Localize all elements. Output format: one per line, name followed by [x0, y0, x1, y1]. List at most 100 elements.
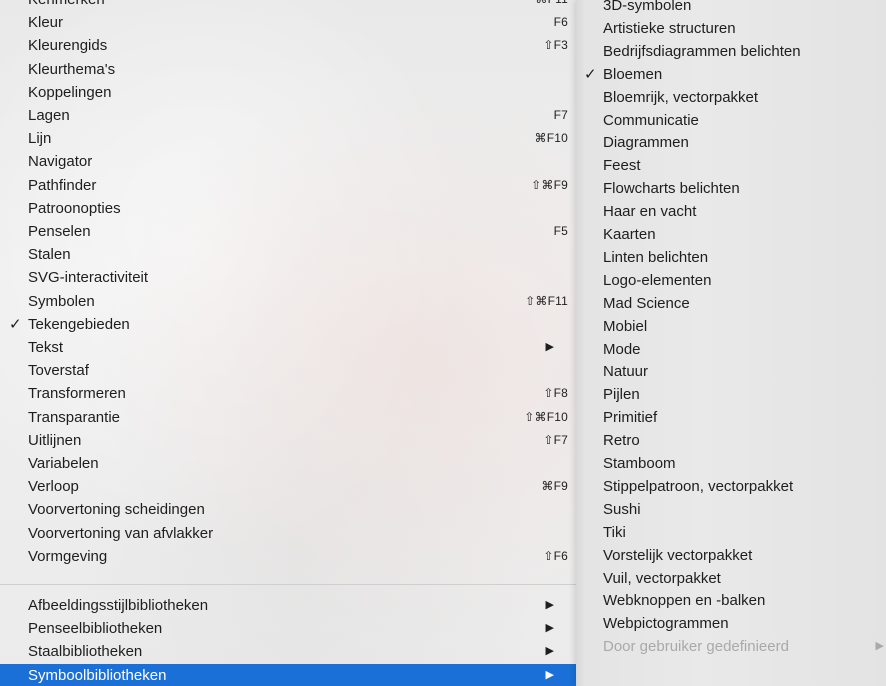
submenu-item-pijlen[interactable]: Pijlen [576, 383, 886, 406]
menu-item-label: Mode [603, 341, 641, 358]
menu-item-label: Webknoppen en -balken [603, 592, 766, 609]
menu-item-label: Mad Science [603, 295, 690, 312]
submenu-item-mode[interactable]: Mode [576, 338, 886, 361]
menu-item-label: Logo-elementen [603, 272, 712, 289]
menu-item-label: Bloemen [603, 66, 663, 83]
submenu-item-feest[interactable]: Feest [576, 154, 886, 177]
menu-item-label: Webpictogrammen [603, 615, 729, 632]
keyboard-shortcut: F6 [553, 15, 568, 29]
menu-item-label: Retro [603, 432, 640, 449]
menu-item-navigator[interactable]: Navigator [0, 150, 576, 173]
menu-item-stalen[interactable]: Stalen [0, 243, 576, 266]
menu-item-kleurthema-s[interactable]: Kleurthema's [0, 58, 576, 81]
menu-item-voorvertoning-van-afvlakker[interactable]: Voorvertoning van afvlakker [0, 522, 576, 545]
submenu-item-linten-belichten[interactable]: Linten belichten [576, 246, 886, 269]
submenu-item-door-gebruiker-gedefinieerd[interactable]: Door gebruiker gedefinieerd ▶ [576, 635, 886, 658]
menu-item-staalbibliotheken[interactable]: Staalbibliotheken ▶ [0, 640, 576, 663]
submenu-item-webpictogrammen[interactable]: Webpictogrammen [576, 612, 886, 635]
menu-item-label: Diagrammen [603, 134, 689, 151]
menu-item-label: Toverstaf [28, 362, 89, 379]
menu-item-label: Bloemrijk, vectorpakket [603, 89, 759, 106]
menu-item-transparantie[interactable]: Transparantie ⇧⌘F10 [0, 406, 576, 429]
keyboard-shortcut: F5 [553, 224, 568, 238]
submenu-item-communicatie[interactable]: Communicatie [576, 109, 886, 132]
submenu-item-haar-en-vacht[interactable]: Haar en vacht [576, 200, 886, 223]
menu-item-tekengebieden[interactable]: ✓ Tekengebieden [0, 313, 576, 336]
menu-item-penseelbibliotheken[interactable]: Penseelbibliotheken ▶ [0, 617, 576, 640]
menu-item-variabelen[interactable]: Variabelen [0, 452, 576, 475]
menu-item-kleurengids[interactable]: Kleurengids ⇧F3 [0, 34, 576, 57]
submenu-item-mobiel[interactable]: Mobiel [576, 315, 886, 338]
menu-item-transformeren[interactable]: Transformeren ⇧F8 [0, 382, 576, 405]
menu-item-symbolen[interactable]: Symbolen ⇧⌘F11 [0, 290, 576, 313]
menu-item-label: Haar en vacht [603, 203, 697, 220]
menu-item-kleur[interactable]: Kleur F6 [0, 11, 576, 34]
menu-item-label: Voorvertoning scheidingen [28, 501, 205, 518]
submenu-item-flowcharts-belichten[interactable]: Flowcharts belichten [576, 177, 886, 200]
submenu-item-vorstelijk-vectorpakket[interactable]: Vorstelijk vectorpakket [576, 544, 886, 567]
menu-item-svg-interactiviteit[interactable]: SVG-interactiviteit [0, 266, 576, 289]
menu-item-patroonopties[interactable]: Patroonopties [0, 197, 576, 220]
menu-item-label: Kleur [28, 14, 64, 31]
menu-item-label: Mobiel [603, 318, 648, 335]
menu-item-label: Primitief [603, 409, 658, 426]
menu-item-label: Vormgeving [28, 548, 108, 565]
menu-item-uitlijnen[interactable]: Uitlijnen ⇧F7 [0, 429, 576, 452]
menu-item-label: Stippelpatroon, vectorpakket [603, 478, 794, 495]
menu-item-label: Navigator [28, 153, 93, 170]
submenu-item-tiki[interactable]: Tiki [576, 521, 886, 544]
menu-item-label: Tekengebieden [28, 316, 130, 333]
submenu-item-stamboom[interactable]: Stamboom [576, 452, 886, 475]
menu-item-label: Kaarten [603, 226, 656, 243]
menu-item-voorvertoning-scheidingen[interactable]: Voorvertoning scheidingen [0, 498, 576, 521]
menu-item-koppelingen[interactable]: Koppelingen [0, 81, 576, 104]
menu-item-symboolbibliotheken[interactable]: Symboolbibliotheken ▶ [0, 664, 576, 686]
menu-item-label: Kleurengids [28, 37, 108, 54]
keyboard-shortcut: F7 [553, 108, 568, 122]
keyboard-shortcut: ⇧⌘F9 [531, 178, 568, 192]
menu-separator [0, 584, 576, 585]
menu-item-label: Verloop [28, 478, 79, 495]
menu-item-label: Pijlen [603, 386, 640, 403]
menu-item-lijn[interactable]: Lijn ⌘F10 [0, 127, 576, 150]
menu-item-label: Staalbibliotheken [28, 643, 143, 660]
menu-item-label: Transformeren [28, 385, 126, 402]
menu-item-label: Flowcharts belichten [603, 180, 740, 197]
menu-item-lagen[interactable]: Lagen F7 [0, 104, 576, 127]
menu-item-label: Voorvertoning van afvlakker [28, 525, 214, 542]
menu-item-kenmerken[interactable]: Kenmerken ⌘F11 [0, 0, 576, 11]
submenu-item-diagrammen[interactable]: Diagrammen [576, 131, 886, 154]
menu-item-label: Tekst [28, 339, 64, 356]
submenu-item-mad-science[interactable]: Mad Science [576, 292, 886, 315]
submenu-item-kaarten[interactable]: Kaarten [576, 223, 886, 246]
submenu-item-logo-elementen[interactable]: Logo-elementen [576, 269, 886, 292]
submenu-item-stippelpatroon-vectorpakket[interactable]: Stippelpatroon, vectorpakket [576, 475, 886, 498]
submenu-item-retro[interactable]: Retro [576, 429, 886, 452]
menu-item-label: Lijn [28, 130, 52, 147]
submenu-item-webknoppen-en-balken[interactable]: Webknoppen en -balken [576, 589, 886, 612]
submenu-arrow-icon: ▶ [545, 669, 554, 681]
menu-item-afbeeldingsstijlbibliotheken[interactable]: Afbeeldingsstijlbibliotheken ▶ [0, 594, 576, 617]
menu-item-label: Pathfinder [28, 177, 97, 194]
submenu-item-primitief[interactable]: Primitief [576, 406, 886, 429]
submenu-item-3d-symbolen[interactable]: 3D-symbolen [576, 0, 886, 17]
submenu-item-natuur[interactable]: Natuur [576, 360, 886, 383]
menu-item-label: Penseelbibliotheken [28, 620, 163, 637]
submenu-item-bloemen[interactable]: ✓ Bloemen [576, 63, 886, 86]
submenu-item-bloemrijk-vectorpakket[interactable]: Bloemrijk, vectorpakket [576, 86, 886, 109]
menu-item-label: Afbeeldingsstijlbibliotheken [28, 597, 209, 614]
menu-item-penselen[interactable]: Penselen F5 [0, 220, 576, 243]
menu-item-tekst[interactable]: Tekst ▶ [0, 336, 576, 359]
submenu-item-artistieke-structuren[interactable]: Artistieke structuren [576, 17, 886, 40]
keyboard-shortcut: ⌘F11 [535, 0, 568, 11]
menu-item-pathfinder[interactable]: Pathfinder ⇧⌘F9 [0, 174, 576, 197]
keyboard-shortcut: ⇧F6 [543, 549, 568, 563]
menu-item-toverstaf[interactable]: Toverstaf [0, 359, 576, 382]
keyboard-shortcut: ⇧⌘F11 [525, 294, 568, 308]
menu-item-vormgeving[interactable]: Vormgeving ⇧F6 [0, 545, 576, 568]
submenu-item-sushi[interactable]: Sushi [576, 498, 886, 521]
submenu-item-vuil-vectorpakket[interactable]: Vuil, vectorpakket [576, 567, 886, 590]
menu-item-verloop[interactable]: Verloop ⌘F9 [0, 475, 576, 498]
menu-item-label: Symboolbibliotheken [28, 667, 167, 684]
submenu-item-bedrijfsdiagrammen-belichten[interactable]: Bedrijfsdiagrammen belichten [576, 40, 886, 63]
